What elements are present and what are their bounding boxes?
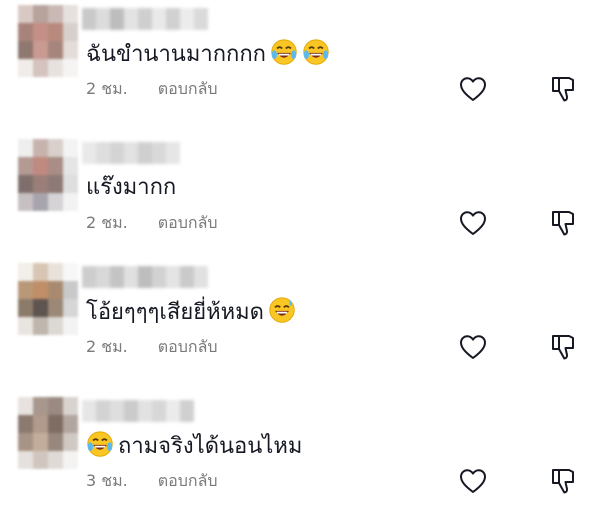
comment-meta: 2 ชม. ตอบกลับ: [86, 336, 218, 358]
heart-outline-icon[interactable]: [459, 210, 487, 236]
comment-text: ถามจริงได้นอนไหม: [118, 434, 303, 459]
thumbs-down-outline-icon[interactable]: [550, 75, 576, 103]
thumbs-down-outline-icon[interactable]: [550, 209, 576, 237]
thumbs-down-outline-icon[interactable]: [550, 467, 576, 495]
grinning-sweat-emoji: [269, 297, 295, 323]
comment-text: แร๊งมากก: [86, 175, 177, 200]
comment-meta: 2 ชม. ตอบกลับ: [86, 212, 218, 234]
comment-time: 2 ชม.: [86, 213, 128, 232]
comment-meta: 3 ชม. ตอบกลับ: [86, 470, 218, 492]
avatar[interactable]: [18, 139, 78, 211]
laughing-tears-emoji: [87, 431, 113, 457]
heart-outline-icon[interactable]: [459, 334, 487, 360]
avatar[interactable]: [18, 263, 78, 335]
avatar[interactable]: [18, 5, 78, 77]
comment-text: โอ้ยๆๆๆเสียยี่ห้หมด: [86, 300, 264, 325]
comment-time: 2 ชม.: [86, 337, 128, 356]
comment-item: ฉันขำนานมากกกก 2 ชม. ตอบกลับ: [0, 0, 600, 110]
comment-item: ถามจริงได้นอนไหม 3 ชม. ตอบกลับ: [0, 392, 600, 502]
comment-item: โอ้ยๆๆๆเสียยี่ห้หมด 2 ชม. ตอบกลับ: [0, 258, 600, 368]
comment-time: 3 ชม.: [86, 471, 128, 490]
heart-outline-icon[interactable]: [459, 468, 487, 494]
comment-text-row: แร๊งมากก: [86, 172, 176, 204]
reply-button[interactable]: ตอบกลับ: [158, 79, 218, 98]
thumbs-down-outline-icon[interactable]: [550, 333, 576, 361]
username-pixelated[interactable]: [82, 8, 208, 30]
reply-button[interactable]: ตอบกลับ: [158, 337, 218, 356]
comment-text-row: โอ้ยๆๆๆเสียยี่ห้หมด: [86, 296, 296, 329]
laughing-tears-emoji: [303, 39, 329, 65]
comment-text-row: ถามจริงได้นอนไหม: [86, 430, 302, 463]
username-pixelated[interactable]: [82, 142, 180, 164]
laughing-tears-emoji: [271, 39, 297, 65]
comment-time: 2 ชม.: [86, 79, 128, 98]
avatar[interactable]: [18, 397, 78, 469]
comment-text: ฉันขำนานมากกกก: [86, 42, 266, 67]
reply-button[interactable]: ตอบกลับ: [158, 471, 218, 490]
reply-button[interactable]: ตอบกลับ: [158, 213, 218, 232]
username-pixelated[interactable]: [82, 266, 208, 288]
comment-meta: 2 ชม. ตอบกลับ: [86, 78, 218, 100]
comment-text-row: ฉันขำนานมากกกก: [86, 38, 330, 71]
heart-outline-icon[interactable]: [459, 76, 487, 102]
username-pixelated[interactable]: [82, 400, 194, 422]
comment-item: แร๊งมากก 2 ชม. ตอบกลับ: [0, 134, 600, 244]
